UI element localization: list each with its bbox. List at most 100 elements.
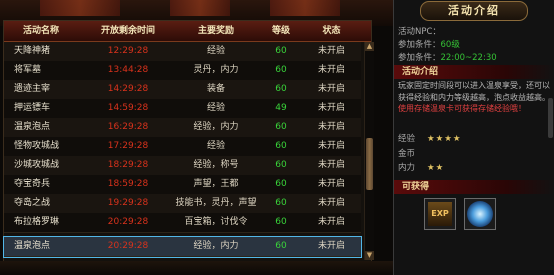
table-row[interactable]: 夺岛之战 19:29:28 技能书，灵丹，声望 60 未开启	[4, 194, 361, 214]
activity-status: 未开启	[317, 241, 345, 251]
activity-time: 16:29:28	[107, 122, 149, 132]
activity-reward: 灵丹，内力	[193, 65, 239, 75]
scroll-down-arrow-icon[interactable]: ▼	[365, 251, 374, 260]
header-activity-name: 活动名称	[22, 26, 59, 36]
table-row[interactable]: 遗迹主宰 14:29:28 装备 60 未开启	[4, 80, 361, 100]
table-row[interactable]: 将军墓 13:44:28 灵丹，内力 60 未开启	[4, 61, 361, 81]
activity-reward: 经验，称号	[193, 160, 239, 170]
table-row-selected[interactable]: 温泉泡点 20:29:28 经验，内力 60 未开启	[3, 236, 362, 258]
activity-time: 12:29:28	[107, 46, 149, 56]
npc-line: 活动NPC：	[394, 26, 554, 39]
activity-time: 13:44:28	[107, 65, 149, 75]
header-level: 等级	[271, 26, 290, 36]
table-header: 活动名称 开放剩余时间 主要奖励 等级 状态	[4, 21, 371, 42]
table-row[interactable]: 押运镖车 14:59:28 经验 49 未开启	[4, 99, 361, 119]
banner-decoration	[170, 0, 230, 16]
activity-level: 60	[275, 198, 287, 208]
description-text: 玩家固定时间段可以进入温泉享受，还可以获得经验和内力等级越高，泡点收益越高。	[398, 81, 550, 102]
info-panel-title: 活动介绍	[420, 1, 528, 21]
table-row[interactable]: 天降神猪 12:29:28 经验 60 未开启	[4, 42, 361, 62]
activity-name: 温泉泡点	[14, 122, 51, 132]
table-row[interactable]: 温泉泡点 16:29:28 经验，内力 60 未开启	[4, 118, 361, 138]
activity-level: 60	[275, 46, 287, 56]
inner-power-rating: 内力 ★★	[398, 162, 548, 174]
activity-reward: 声望，王都	[193, 179, 239, 189]
activity-name: 夺宝奇兵	[14, 179, 51, 189]
activity-reward: 经验，内力	[193, 241, 239, 251]
activity-name: 沙城攻城战	[14, 160, 60, 170]
condition-time-line: 参加条件：22:00~22:30	[394, 52, 554, 65]
description-scroll-thumb[interactable]	[548, 98, 553, 138]
gold-rating: 金币	[398, 148, 548, 160]
reward-item-exp[interactable]: EXP	[424, 198, 456, 230]
activity-time: 19:29:28	[107, 198, 149, 208]
exp-item-icon: EXP	[428, 202, 452, 226]
activity-level: 60	[275, 122, 287, 132]
activity-table: 活动名称 开放剩余时间 主要奖励 等级 状态 天降神猪 12:29:28 经验 …	[3, 20, 374, 262]
header-status: 状态	[322, 26, 341, 36]
activity-reward: 百宝箱，讨伐令	[184, 217, 248, 227]
activity-status: 未开启	[317, 141, 345, 151]
activity-name: 布拉格罗琳	[14, 217, 60, 227]
condition-level-value: 60级	[440, 40, 460, 50]
inner-power-label: 内力	[398, 163, 416, 173]
activity-level: 60	[275, 141, 287, 151]
activity-name: 遗迹主宰	[14, 84, 51, 94]
condition-label: 参加条件：	[398, 40, 441, 50]
activity-reward: 技能书，灵丹，声望	[175, 198, 257, 208]
activity-level: 60	[275, 241, 287, 251]
activity-name: 天降神猪	[14, 46, 51, 56]
activity-reward: 经验，内力	[193, 122, 239, 132]
exp-rating: 经验 ★★★★	[398, 133, 548, 145]
condition-time-value: 22:00~22:30	[440, 53, 497, 63]
activity-reward: 经验	[206, 46, 225, 56]
exp-label: 经验	[398, 134, 416, 144]
activity-time: 14:29:28	[107, 84, 149, 94]
activity-info-panel: 活动介绍 活动NPC： 参加条件：60级 参加条件：22:00~22:30 活动…	[393, 0, 554, 275]
exp-stars-icon: ★★★★	[427, 134, 462, 144]
banner-decoration	[40, 0, 120, 16]
orb-item-icon	[467, 201, 493, 227]
npc-label: 活动NPC：	[398, 27, 441, 37]
table-row[interactable]: 沙城攻城战 18:29:28 经验，称号 60 未开启	[4, 156, 361, 176]
gold-label: 金币	[398, 149, 416, 159]
activity-name: 温泉泡点	[14, 241, 51, 251]
condition-label: 参加条件：	[398, 53, 441, 63]
activity-status: 未开启	[317, 160, 345, 170]
header-open-time: 开放剩余时间	[100, 26, 155, 36]
activity-level: 60	[275, 160, 287, 170]
activity-level: 60	[275, 217, 287, 227]
activity-status: 未开启	[317, 103, 345, 113]
activity-status: 未开启	[317, 65, 345, 75]
activity-level: 60	[275, 65, 287, 75]
activity-status: 未开启	[317, 84, 345, 94]
activity-name: 夺岛之战	[14, 198, 51, 208]
activity-time: 18:29:28	[107, 160, 149, 170]
activity-name: 押运镖车	[14, 103, 51, 113]
rewards-heading: 可获得	[394, 180, 554, 194]
activity-name: 将军墓	[14, 65, 42, 75]
table-scrollbar[interactable]: ▲ ▼	[364, 42, 374, 260]
activity-time: 17:29:28	[107, 141, 149, 151]
activity-level: 60	[275, 179, 287, 189]
activity-status: 未开启	[317, 198, 345, 208]
table-row[interactable]: 布拉格罗琳 20:29:28 百宝箱，讨伐令 60 未开启	[4, 213, 361, 233]
intro-heading: 活动介绍	[394, 65, 554, 79]
activity-level: 49	[275, 103, 287, 113]
table-row[interactable]: 怪物攻城战 17:29:28 经验 60 未开启	[4, 137, 361, 157]
activity-reward: 经验	[206, 103, 225, 113]
condition-level-line: 参加条件：60级	[394, 39, 554, 52]
activity-status: 未开启	[317, 46, 345, 56]
scroll-thumb[interactable]	[366, 138, 373, 190]
activity-status: 未开启	[317, 122, 345, 132]
activity-time: 14:59:28	[107, 103, 149, 113]
header-main-reward: 主要奖励	[197, 26, 234, 36]
scroll-up-arrow-icon[interactable]: ▲	[365, 42, 374, 51]
activity-time: 18:59:28	[107, 179, 149, 189]
activity-status: 未开启	[317, 179, 345, 189]
activity-time: 20:29:28	[107, 241, 149, 251]
activity-description: 玩家固定时间段可以进入温泉享受，还可以获得经验和内力等级越高，泡点收益越高。使用…	[398, 80, 552, 115]
description-highlight: 使用存储温泉卡可获得存储经验哦！	[398, 104, 526, 113]
reward-item-orb[interactable]	[464, 198, 496, 230]
table-row[interactable]: 夺宝奇兵 18:59:28 声望，王都 60 未开启	[4, 175, 361, 195]
